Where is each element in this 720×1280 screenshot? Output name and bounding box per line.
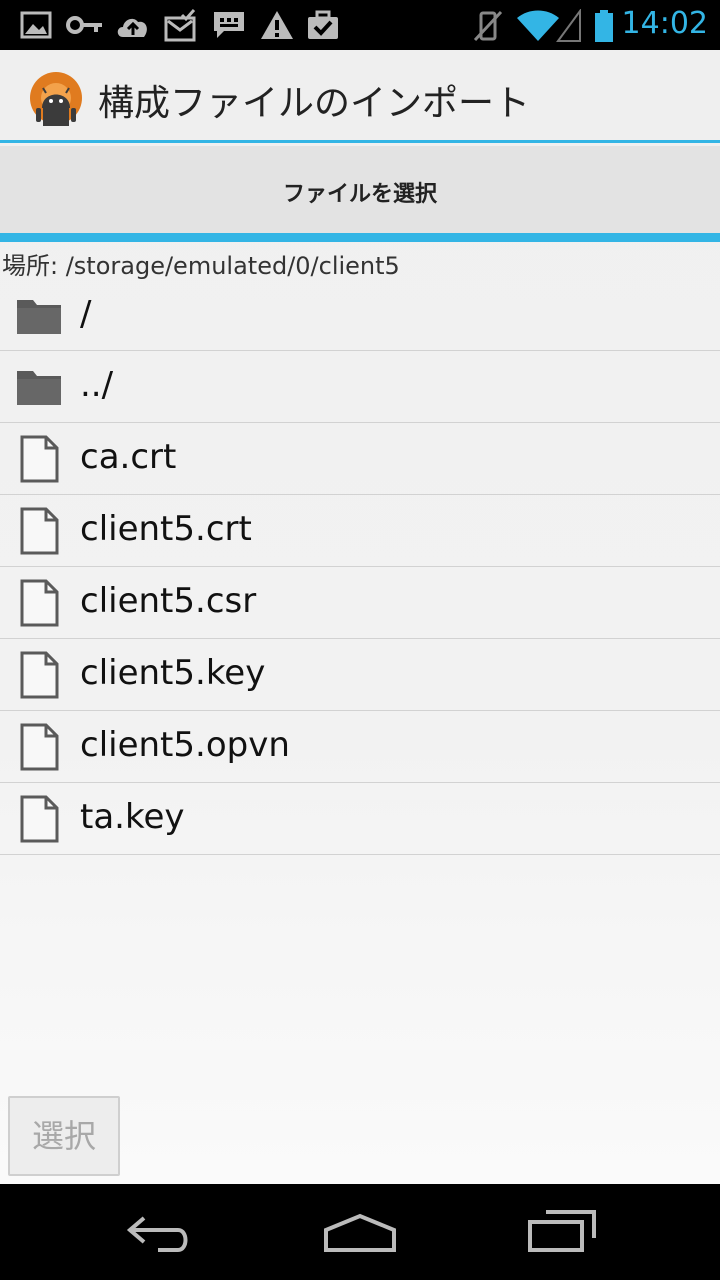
- list-item[interactable]: client5.csr: [0, 567, 720, 639]
- key-icon: [66, 16, 102, 34]
- battery-icon: [595, 10, 613, 42]
- file-name: ta.key: [80, 797, 185, 837]
- tab-select-file[interactable]: ファイルを選択: [0, 176, 720, 208]
- openvpn-android-logo-icon[interactable]: [24, 68, 88, 132]
- select-button[interactable]: 選択: [8, 1096, 120, 1176]
- file-name: ca.crt: [80, 437, 177, 477]
- list-item[interactable]: ta.key: [0, 783, 720, 855]
- cloud-upload-icon: [117, 18, 147, 37]
- folder-icon: [17, 300, 61, 334]
- file-list: / ../ ca.crt client5.crt client5.csr cli…: [0, 280, 720, 855]
- back-icon[interactable]: [124, 1204, 196, 1260]
- page-title: 構成ファイルのインポート: [98, 83, 531, 124]
- file-icon: [20, 651, 59, 699]
- navigation-bar: [0, 1184, 720, 1280]
- file-name: client5.crt: [80, 509, 252, 549]
- clock: 14:02: [621, 6, 708, 41]
- file-icon: [20, 579, 59, 627]
- status-bar: 14:02: [0, 0, 720, 50]
- signal-icon: [556, 9, 581, 42]
- warning-icon: [261, 11, 293, 39]
- location-path: 場所: /storage/emulated/0/client5: [2, 252, 400, 280]
- file-name: ../: [80, 365, 114, 405]
- list-item[interactable]: client5.crt: [0, 495, 720, 567]
- mail-check-icon: [164, 9, 196, 42]
- file-icon: [20, 723, 59, 771]
- home-icon[interactable]: [320, 1204, 400, 1260]
- list-item[interactable]: client5.opvn: [0, 711, 720, 783]
- image-notification-icon: [20, 11, 52, 39]
- wifi-icon: [517, 10, 559, 41]
- list-item-parent[interactable]: ../: [0, 351, 720, 423]
- file-name: client5.csr: [80, 581, 257, 621]
- list-item[interactable]: client5.key: [0, 639, 720, 711]
- recent-apps-icon[interactable]: [524, 1204, 600, 1260]
- file-icon: [20, 795, 59, 843]
- list-item-root[interactable]: /: [0, 280, 720, 351]
- file-icon: [20, 435, 59, 483]
- action-bar: 構成ファイルのインポート: [0, 50, 720, 143]
- file-icon: [20, 507, 59, 555]
- list-item[interactable]: ca.crt: [0, 423, 720, 495]
- vibrate-off-icon: [473, 10, 503, 42]
- folder-icon: [17, 371, 61, 405]
- file-name: client5.opvn: [80, 725, 290, 765]
- file-name: /: [80, 294, 92, 334]
- file-name: client5.key: [80, 653, 266, 693]
- briefcase-check-icon: [308, 10, 338, 39]
- chat-icon: [214, 12, 244, 38]
- app-window: 構成ファイルのインポート ファイルを選択 場所: /storage/emulat…: [0, 50, 720, 1184]
- tab-bar: ファイルを選択: [0, 146, 720, 242]
